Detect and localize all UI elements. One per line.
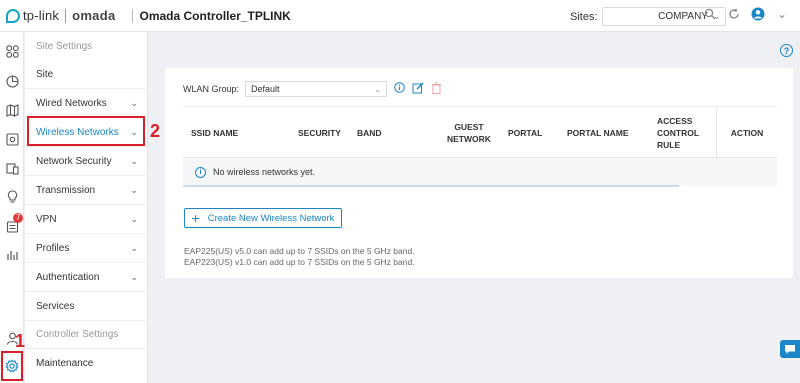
column-band[interactable]: BAND [357,107,382,159]
create-wireless-network-button[interactable]: + Create New Wireless Network [184,208,342,228]
tplink-logo-text: tp-link [23,8,60,23]
menu-item-wired-networks[interactable]: Wired Networks ⌄ [25,89,148,117]
controller-title: Omada Controller_TPLINK [132,8,291,23]
column-portal-name[interactable]: PORTAL NAME [567,107,629,159]
column-label: GUEST [454,122,484,132]
menu-item-label: VPN [36,213,57,225]
create-button-label: Create New Wireless Network [207,212,335,224]
menu-item-label: Network Security [36,155,112,167]
menu-item-label: Services [36,300,75,312]
column-security[interactable]: SECURITY [298,107,341,159]
menu-item-maintenance[interactable]: Maintenance [25,349,148,377]
header-actions: ⌄ [702,6,790,22]
wlan-group-dropdown[interactable]: Default ⌄ [245,81,388,97]
chevron-down-icon: ⌄ [130,155,138,166]
column-label: ACTION [730,128,764,138]
plus-icon: + [191,210,200,226]
menu-item-services[interactable]: Services [25,292,148,320]
step-number-2: 2 [150,121,161,141]
chevron-down-icon: ⌄ [374,84,382,94]
column-portal[interactable]: PORTAL [508,107,542,159]
chevron-down-icon: ⌄ [130,184,138,195]
menu-heading-site-settings: Site Settings [25,32,148,60]
dashboard-icon[interactable] [3,42,21,60]
chevron-down-icon: ⌄ [130,213,138,224]
highlight-step-1 [1,351,23,381]
ssid-limit-note: EAP225(US) v5.0 can add up to 7 SSIDs on… [184,246,415,256]
menu-heading-controller-settings: Controller Settings [25,320,148,348]
refresh-icon[interactable] [726,6,742,22]
column-label: PORTAL NAME [567,128,629,138]
menu-item-vpn[interactable]: VPN ⌄ [25,205,148,233]
column-action: ACTION [716,107,777,159]
menu-item-label: Maintenance [36,357,94,369]
menu-heading-label: Controller Settings [36,328,119,340]
clients-icon[interactable] [3,159,21,177]
info-icon: i [195,166,206,178]
site-value: COMPANY [658,11,708,22]
chat-icon[interactable] [780,340,800,358]
column-ssid-name[interactable]: SSID NAME [191,107,238,159]
map-icon[interactable] [3,101,21,119]
menu-item-label: Profiles [36,242,70,254]
column-label: BAND [357,128,382,138]
ssid-limit-note: EAP223(US) v1.0 can add up to 7 SSIDs on… [184,257,415,267]
omada-logo: omada [72,8,116,23]
tplink-logo: tp-link [6,8,59,23]
wlan-group-row: WLAN Group: Default ⌄ [183,81,442,97]
brand: tp-link omada Omada Controller_TPLINK [0,0,291,32]
logs-icon[interactable]: 7 [3,213,24,235]
insight-bulb-icon[interactable] [3,187,21,205]
menu-item-label: Authentication [36,271,100,283]
devices-icon[interactable] [3,130,21,148]
column-label: ACCESS [657,116,693,126]
column-label: NETWORK [447,134,491,144]
delete-icon[interactable] [431,82,442,97]
sites-label: Sites: [570,10,598,23]
empty-message-text: No wireless networks yet. [213,167,316,177]
column-label: RULE [657,140,681,150]
column-label: SSID NAME [191,128,239,138]
user-avatar-icon[interactable] [750,6,766,22]
edit-icon[interactable] [412,82,424,97]
column-label: PORTAL [508,128,543,138]
chevron-down-icon: ⌄ [130,97,138,108]
menu-item-authentication[interactable]: Authentication ⌄ [25,263,148,291]
highlight-step-2 [27,116,145,146]
info-icon[interactable] [394,82,405,96]
statistics-icon[interactable] [3,72,21,90]
logs-badge: 7 [13,213,24,223]
menu-item-profiles[interactable]: Profiles ⌄ [25,234,148,262]
menu-item-label: Transmission [36,184,96,196]
menu-item-network-security[interactable]: Network Security ⌄ [25,147,148,175]
column-guest-network[interactable]: GUEST NETWORK [447,107,491,159]
empty-table-message: i No wireless networks yet. [183,158,777,186]
wlan-group-label: WLAN Group: [183,84,240,94]
chevron-down-icon: ⌄ [130,271,138,282]
table-header: SSID NAME SECURITY BAND GUEST NETWORK PO… [183,106,777,159]
wlan-group-value: Default [251,84,280,94]
tplink-logo-icon [6,8,20,23]
column-access-control-rule[interactable]: ACCESS CONTROL RULE [657,107,699,159]
horizontal-scrollbar[interactable] [183,185,679,187]
brand-divider [65,8,67,23]
wireless-networks-card: WLAN Group: Default ⌄ SSID NAME SECURITY… [165,68,793,278]
menu-item-site[interactable]: Site [25,60,148,88]
menu-item-label: Site [36,68,54,80]
menu-item-transmission[interactable]: Transmission ⌄ [25,176,148,204]
column-label: CONTROL [657,128,700,138]
chevron-down-icon: ⌄ [130,242,138,253]
help-icon[interactable]: ? [780,44,793,57]
chevron-down-icon[interactable]: ⌄ [774,6,790,22]
top-header: tp-link omada Omada Controller_TPLINK Si… [0,0,800,32]
search-icon[interactable] [702,6,718,22]
column-label: SECURITY [298,128,341,138]
reports-icon[interactable] [3,245,21,263]
menu-heading-label: Site Settings [36,40,93,52]
step-number-1: 1 [15,331,26,351]
settings-menu: Site Settings Site Wired Networks ⌄ Wirel… [25,32,148,383]
menu-item-label: Wired Networks [36,97,107,109]
